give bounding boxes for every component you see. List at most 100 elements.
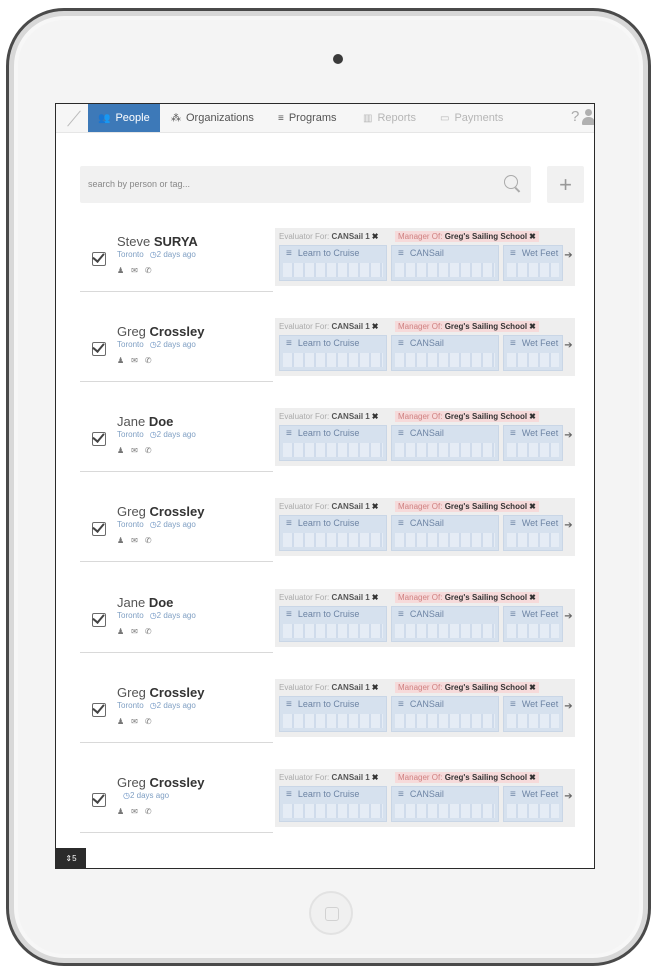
brand-logo[interactable] — [56, 104, 88, 132]
person-row[interactable]: Steve SURYA Toronto ◷2 days ago ♟✉✆ Evaluato… — [80, 228, 578, 292]
manager-tag[interactable]: Manager Of: Greg's Sailing School ✖ — [395, 411, 539, 422]
program-card[interactable]: Learn to Cruise — [279, 786, 387, 822]
row-checkbox[interactable] — [92, 432, 106, 446]
arrow-right-icon[interactable]: ➔ — [562, 340, 575, 354]
row-checkbox[interactable] — [92, 703, 106, 717]
remove-tag-icon[interactable]: ✖ — [372, 232, 379, 241]
manager-tag[interactable]: Manager Of: Greg's Sailing School ✖ — [395, 231, 539, 242]
person-name[interactable]: Greg Crossley — [117, 504, 204, 519]
manager-tag[interactable]: Manager Of: Greg's Sailing School ✖ — [395, 592, 539, 603]
evaluator-tag[interactable]: Evaluator For: CANSail 1 ✖ — [279, 593, 378, 602]
program-card[interactable]: Wet Feet — [503, 696, 563, 732]
person-row[interactable]: Jane Doe Toronto ◷2 days ago ♟✉✆ Evaluator F… — [80, 589, 578, 653]
search-input[interactable] — [88, 176, 488, 192]
program-card[interactable]: Wet Feet — [503, 425, 563, 461]
remove-tag-icon[interactable]: ✖ — [529, 593, 536, 602]
evaluator-tag[interactable]: Evaluator For: CANSail 1 ✖ — [279, 412, 378, 421]
remove-tag-icon[interactable]: ✖ — [372, 593, 379, 602]
remove-tag-icon[interactable]: ✖ — [372, 773, 379, 782]
evaluator-tag[interactable]: Evaluator For: CANSail 1 ✖ — [279, 322, 378, 331]
profile-icon[interactable]: ♟ — [117, 266, 131, 275]
count-badge[interactable]: ⇕5 — [56, 848, 86, 868]
program-card[interactable]: CANSail — [391, 335, 499, 371]
remove-tag-icon[interactable]: ✖ — [372, 322, 379, 331]
arrow-right-icon[interactable]: ➔ — [562, 430, 575, 444]
program-card[interactable]: Learn to Cruise — [279, 696, 387, 732]
arrow-right-icon[interactable]: ➔ — [562, 611, 575, 625]
program-card[interactable]: Learn to Cruise — [279, 335, 387, 371]
program-card[interactable]: CANSail — [391, 425, 499, 461]
program-card[interactable]: Learn to Cruise — [279, 606, 387, 642]
program-card[interactable]: CANSail — [391, 786, 499, 822]
phone-icon[interactable]: ✆ — [145, 536, 159, 545]
search-icon[interactable] — [504, 175, 518, 189]
arrow-right-icon[interactable]: ➔ — [562, 250, 575, 264]
profile-icon[interactable]: ♟ — [117, 717, 131, 726]
person-row[interactable]: Greg Crossley Toronto ◷2 days ago ♟✉✆ Evalua… — [80, 318, 578, 382]
profile-icon[interactable]: ♟ — [117, 446, 131, 455]
person-name[interactable]: Greg Crossley — [117, 324, 204, 339]
person-row[interactable]: Greg Crossley Toronto ◷2 days ago ♟✉✆ Evalua… — [80, 498, 578, 562]
person-name[interactable]: Jane Doe — [117, 414, 173, 429]
home-button[interactable] — [309, 891, 353, 935]
tab-payments[interactable]: ▭ Payments — [440, 104, 503, 132]
evaluator-tag[interactable]: Evaluator For: CANSail 1 ✖ — [279, 773, 378, 782]
row-checkbox[interactable] — [92, 342, 106, 356]
program-card[interactable]: Wet Feet — [503, 515, 563, 551]
program-card[interactable]: Learn to Cruise — [279, 245, 387, 281]
remove-tag-icon[interactable]: ✖ — [529, 683, 536, 692]
remove-tag-icon[interactable]: ✖ — [529, 232, 536, 241]
profile-icon[interactable]: ♟ — [117, 627, 131, 636]
program-card[interactable]: CANSail — [391, 606, 499, 642]
tab-reports[interactable]: ▥ Reports — [363, 104, 416, 132]
program-card[interactable]: CANSail — [391, 515, 499, 551]
program-card[interactable]: Learn to Cruise — [279, 515, 387, 551]
person-name[interactable]: Jane Doe — [117, 595, 173, 610]
tab-organizations[interactable]: ⁂ Organizations — [171, 104, 254, 132]
email-icon[interactable]: ✉ — [131, 536, 145, 545]
row-checkbox[interactable] — [92, 793, 106, 807]
phone-icon[interactable]: ✆ — [145, 266, 159, 275]
phone-icon[interactable]: ✆ — [145, 627, 159, 636]
remove-tag-icon[interactable]: ✖ — [529, 502, 536, 511]
manager-tag[interactable]: Manager Of: Greg's Sailing School ✖ — [395, 321, 539, 332]
remove-tag-icon[interactable]: ✖ — [529, 412, 536, 421]
person-name[interactable]: Greg Crossley — [117, 685, 204, 700]
phone-icon[interactable]: ✆ — [145, 807, 159, 816]
remove-tag-icon[interactable]: ✖ — [529, 322, 536, 331]
email-icon[interactable]: ✉ — [131, 807, 145, 816]
arrow-right-icon[interactable]: ➔ — [562, 520, 575, 534]
manager-tag[interactable]: Manager Of: Greg's Sailing School ✖ — [395, 772, 539, 783]
row-checkbox[interactable] — [92, 613, 106, 627]
remove-tag-icon[interactable]: ✖ — [372, 412, 379, 421]
profile-icon[interactable]: ♟ — [117, 807, 131, 816]
program-card[interactable]: Learn to Cruise — [279, 425, 387, 461]
email-icon[interactable]: ✉ — [131, 356, 145, 365]
tab-programs[interactable]: ≡ Programs — [278, 104, 337, 132]
person-name[interactable]: Greg Crossley — [117, 775, 204, 790]
person-row[interactable]: Greg Crossley Toronto ◷2 days ago ♟✉✆ Evalua… — [80, 679, 578, 743]
person-name[interactable]: Steve SURYA — [117, 234, 198, 249]
row-checkbox[interactable] — [92, 522, 106, 536]
arrow-right-icon[interactable]: ➔ — [562, 701, 575, 715]
evaluator-tag[interactable]: Evaluator For: CANSail 1 ✖ — [279, 683, 378, 692]
user-icon[interactable] — [582, 107, 594, 127]
phone-icon[interactable]: ✆ — [145, 356, 159, 365]
program-card[interactable]: Wet Feet — [503, 606, 563, 642]
profile-icon[interactable]: ♟ — [117, 536, 131, 545]
program-card[interactable]: CANSail — [391, 696, 499, 732]
email-icon[interactable]: ✉ — [131, 266, 145, 275]
email-icon[interactable]: ✉ — [131, 717, 145, 726]
remove-tag-icon[interactable]: ✖ — [529, 773, 536, 782]
person-row[interactable]: Jane Doe Toronto ◷2 days ago ♟✉✆ Evaluator F… — [80, 408, 578, 472]
evaluator-tag[interactable]: Evaluator For: CANSail 1 ✖ — [279, 502, 378, 511]
program-card[interactable]: Wet Feet — [503, 245, 563, 281]
email-icon[interactable]: ✉ — [131, 446, 145, 455]
manager-tag[interactable]: Manager Of: Greg's Sailing School ✖ — [395, 682, 539, 693]
add-person-button[interactable]: + — [547, 166, 584, 203]
person-row[interactable]: Greg Crossley ◷2 days ago ♟✉✆ Evaluator For… — [80, 769, 578, 833]
profile-icon[interactable]: ♟ — [117, 356, 131, 365]
program-card[interactable]: Wet Feet — [503, 786, 563, 822]
remove-tag-icon[interactable]: ✖ — [372, 502, 379, 511]
tab-people[interactable]: 👥 People — [88, 104, 160, 132]
